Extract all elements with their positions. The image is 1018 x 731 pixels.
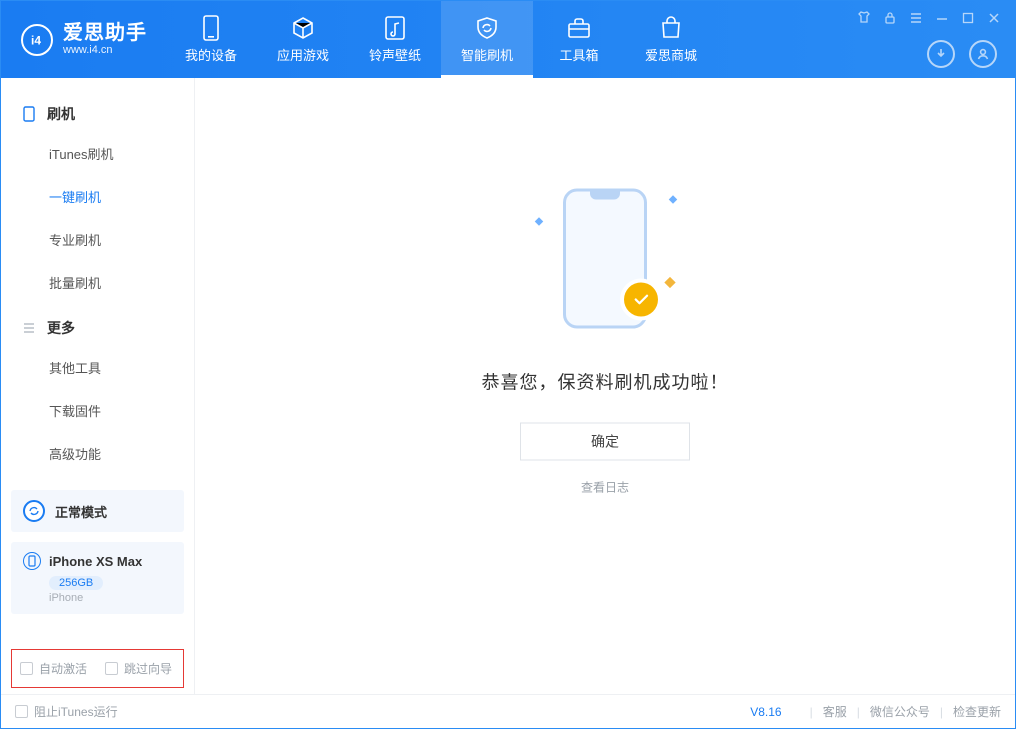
device-icon bbox=[21, 106, 37, 122]
checkbox-label: 自动激活 bbox=[39, 660, 87, 677]
device-mode-card[interactable]: 正常模式 bbox=[11, 490, 184, 532]
close-icon[interactable] bbox=[985, 9, 1003, 27]
footer-link-updates[interactable]: 检查更新 bbox=[953, 703, 1001, 720]
sidebar-item-oneclick-flash[interactable]: 一键刷机 bbox=[1, 175, 194, 218]
nav-label: 工具箱 bbox=[559, 45, 598, 64]
sidebar-item-download-firmware[interactable]: 下载固件 bbox=[1, 389, 194, 432]
top-nav: 我的设备 应用游戏 铃声壁纸 智能刷机 工具箱 爱思商城 bbox=[165, 1, 717, 78]
view-log-link[interactable]: 查看日志 bbox=[395, 478, 815, 495]
checkbox-icon bbox=[20, 662, 33, 675]
toolbox-icon bbox=[566, 15, 592, 41]
nav-toolbox[interactable]: 工具箱 bbox=[533, 1, 625, 78]
success-message: 恭喜您，保资料刷机成功啦！ bbox=[395, 368, 815, 394]
checkbox-icon bbox=[15, 705, 28, 718]
footer-link-support[interactable]: 客服 bbox=[823, 703, 847, 720]
main-content: 恭喜您，保资料刷机成功啦！ 确定 查看日志 bbox=[195, 78, 1015, 694]
menu-icon[interactable] bbox=[907, 9, 925, 27]
download-icon[interactable] bbox=[927, 40, 955, 68]
sidebar-item-pro-flash[interactable]: 专业刷机 bbox=[1, 218, 194, 261]
device-mode-label: 正常模式 bbox=[55, 502, 107, 521]
tshirt-icon[interactable] bbox=[855, 9, 873, 27]
sidebar-group-title: 刷机 bbox=[47, 104, 75, 124]
device-card[interactable]: iPhone XS Max 256GB iPhone bbox=[11, 542, 184, 614]
sidebar-item-itunes-flash[interactable]: iTunes刷机 bbox=[1, 132, 194, 175]
shopping-bag-icon bbox=[658, 15, 684, 41]
shield-sync-icon bbox=[474, 15, 500, 41]
success-illustration bbox=[530, 178, 680, 338]
music-file-icon bbox=[382, 15, 408, 41]
nav-smart-flash[interactable]: 智能刷机 bbox=[441, 1, 533, 78]
phone-icon bbox=[198, 15, 224, 41]
sync-icon bbox=[23, 500, 45, 522]
maximize-icon[interactable] bbox=[959, 9, 977, 27]
sidebar: 刷机 iTunes刷机 一键刷机 专业刷机 批量刷机 更多 其他工具 下载固件 … bbox=[1, 78, 195, 694]
app-logo: i4 爱思助手 www.i4.cn bbox=[1, 1, 165, 78]
options-highlight-box: 自动激活 跳过向导 bbox=[11, 649, 184, 688]
app-url: www.i4.cn bbox=[63, 44, 147, 56]
nav-label: 我的设备 bbox=[185, 45, 237, 64]
nav-label: 应用游戏 bbox=[277, 45, 329, 64]
sidebar-item-batch-flash[interactable]: 批量刷机 bbox=[1, 261, 194, 304]
checkbox-block-itunes[interactable]: 阻止iTunes运行 bbox=[15, 703, 118, 720]
ok-button[interactable]: 确定 bbox=[520, 422, 690, 460]
nav-label: 智能刷机 bbox=[461, 45, 513, 64]
nav-label: 爱思商城 bbox=[645, 45, 697, 64]
logo-icon: i4 bbox=[21, 24, 53, 56]
title-bar: i4 爱思助手 www.i4.cn 我的设备 应用游戏 铃声壁纸 智能 bbox=[1, 1, 1015, 78]
checkbox-auto-activate[interactable]: 自动激活 bbox=[20, 660, 87, 677]
header-account-icons bbox=[927, 40, 997, 68]
user-icon[interactable] bbox=[969, 40, 997, 68]
cube-icon bbox=[290, 15, 316, 41]
sidebar-group-flash: 刷机 bbox=[1, 96, 194, 132]
sidebar-group-title: 更多 bbox=[47, 318, 75, 338]
nav-label: 铃声壁纸 bbox=[369, 45, 421, 64]
footer-link-wechat[interactable]: 微信公众号 bbox=[870, 703, 930, 720]
nav-ringtone-wallpaper[interactable]: 铃声壁纸 bbox=[349, 1, 441, 78]
checkbox-icon bbox=[105, 662, 118, 675]
check-icon bbox=[624, 282, 658, 316]
window-controls bbox=[855, 9, 1003, 27]
ok-button-label: 确定 bbox=[591, 431, 619, 451]
device-name: iPhone XS Max bbox=[49, 554, 142, 569]
svg-text:i4: i4 bbox=[31, 33, 41, 47]
lock-icon[interactable] bbox=[881, 9, 899, 27]
checkbox-label: 跳过向导 bbox=[124, 660, 172, 677]
status-bar: 阻止iTunes运行 V8.16 | 客服 | 微信公众号 | 检查更新 bbox=[1, 694, 1015, 728]
checkbox-label: 阻止iTunes运行 bbox=[34, 703, 118, 720]
device-type: iPhone bbox=[49, 592, 172, 604]
app-name: 爱思助手 bbox=[63, 22, 147, 44]
checkbox-skip-guide[interactable]: 跳过向导 bbox=[105, 660, 172, 677]
list-icon bbox=[21, 320, 37, 336]
sidebar-item-other-tools[interactable]: 其他工具 bbox=[1, 346, 194, 389]
nav-my-device[interactable]: 我的设备 bbox=[165, 1, 257, 78]
phone-small-icon bbox=[23, 552, 41, 570]
device-capacity: 256GB bbox=[49, 576, 103, 590]
nav-apps-games[interactable]: 应用游戏 bbox=[257, 1, 349, 78]
sidebar-group-more: 更多 bbox=[1, 310, 194, 346]
nav-store[interactable]: 爱思商城 bbox=[625, 1, 717, 78]
sidebar-item-advanced[interactable]: 高级功能 bbox=[1, 432, 194, 475]
version-label: V8.16 bbox=[750, 705, 781, 719]
minimize-icon[interactable] bbox=[933, 9, 951, 27]
